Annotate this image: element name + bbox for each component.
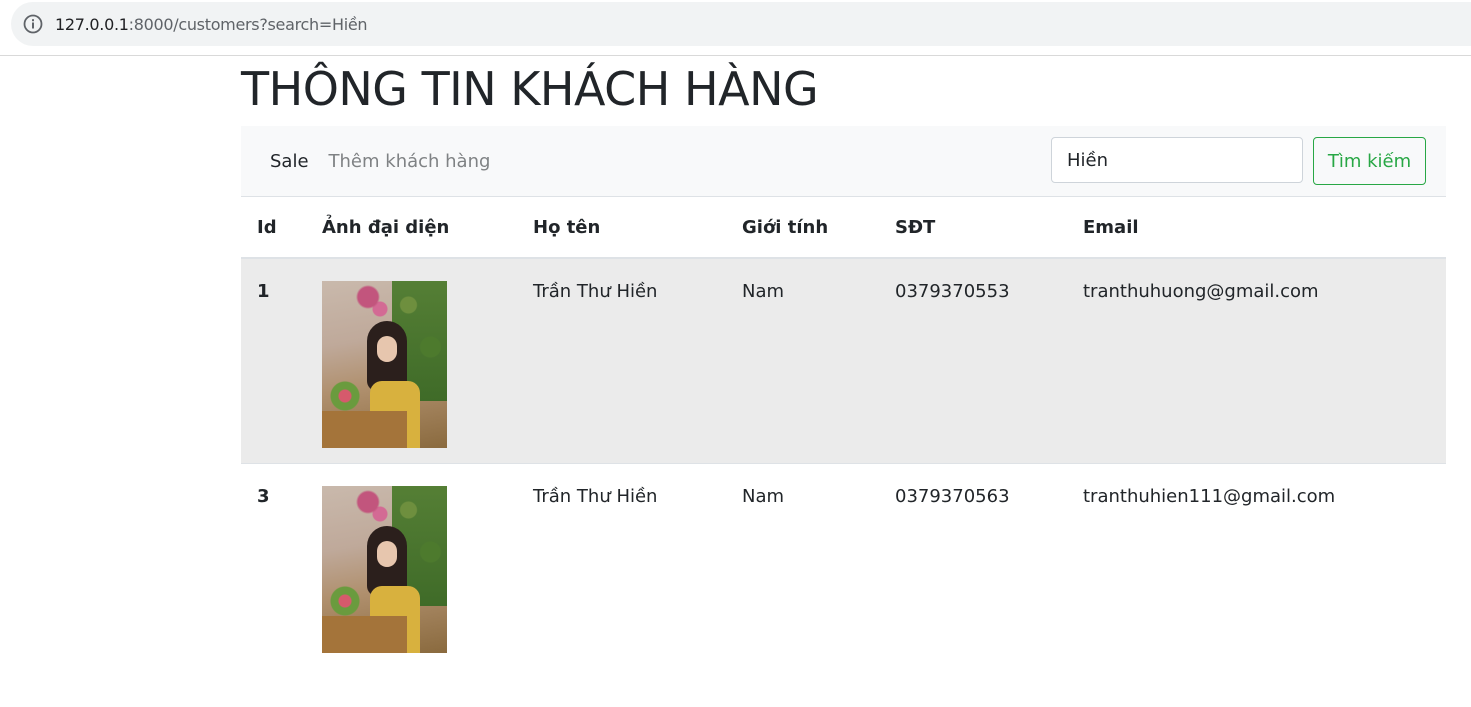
url-text[interactable]: 127.0.0.1:8000/customers?search=Hiền <box>55 14 368 34</box>
avatar-image <box>322 281 447 448</box>
cell-gender: Nam <box>726 463 879 668</box>
cell-email: tranthuhien111@gmail.com <box>1067 463 1446 668</box>
cell-phone: 0379370553 <box>879 257 1067 464</box>
navbar-brand[interactable]: Sale <box>270 151 309 172</box>
cell-id: 3 <box>241 463 306 668</box>
cell-gender: Nam <box>726 257 879 464</box>
cell-id: 1 <box>241 257 306 464</box>
header-avatar: Ảnh đại diện <box>306 196 517 259</box>
add-customer-link[interactable]: Thêm khách hàng <box>329 151 491 172</box>
header-gender: Giới tính <box>726 196 879 259</box>
table-row: 3 Trần Thư Hiền Nam 0379370563 tranthuhi… <box>241 463 1446 668</box>
cell-avatar <box>306 257 517 464</box>
customers-table: Id Ảnh đại diện Họ tên Giới tính SĐT Ema… <box>241 196 1446 668</box>
table-header-row: Id Ảnh đại diện Họ tên Giới tính SĐT Ema… <box>241 196 1446 259</box>
page-title: THÔNG TIN KHÁCH HÀNG <box>241 62 819 116</box>
cell-phone: 0379370563 <box>879 463 1067 668</box>
url-host: 127.0.0.1 <box>55 14 129 34</box>
address-bar[interactable]: 127.0.0.1:8000/customers?search=Hiền <box>11 2 1471 46</box>
header-email: Email <box>1067 196 1446 259</box>
header-phone: SĐT <box>879 196 1067 259</box>
cell-name: Trần Thư Hiền <box>517 257 726 464</box>
search-button[interactable]: Tìm kiếm <box>1313 137 1426 185</box>
search-input[interactable] <box>1051 137 1303 183</box>
search-form: Tìm kiếm <box>1051 137 1426 185</box>
url-path: :8000/customers?search=Hiền <box>128 14 368 34</box>
navbar: Sale Thêm khách hàng Tìm kiếm <box>241 126 1446 196</box>
avatar-image <box>322 486 447 653</box>
header-name: Họ tên <box>517 196 726 259</box>
main-container: THÔNG TIN KHÁCH HÀNG Sale Thêm khách hàn… <box>241 56 1446 668</box>
cell-email: tranthuhuong@gmail.com <box>1067 257 1446 464</box>
header-id: Id <box>241 196 306 259</box>
table-row: 1 Trần Thư Hiền Nam 0379370553 tranthuhu… <box>241 257 1446 464</box>
cell-avatar <box>306 463 517 668</box>
info-icon[interactable] <box>23 14 43 34</box>
cell-name: Trần Thư Hiền <box>517 463 726 668</box>
